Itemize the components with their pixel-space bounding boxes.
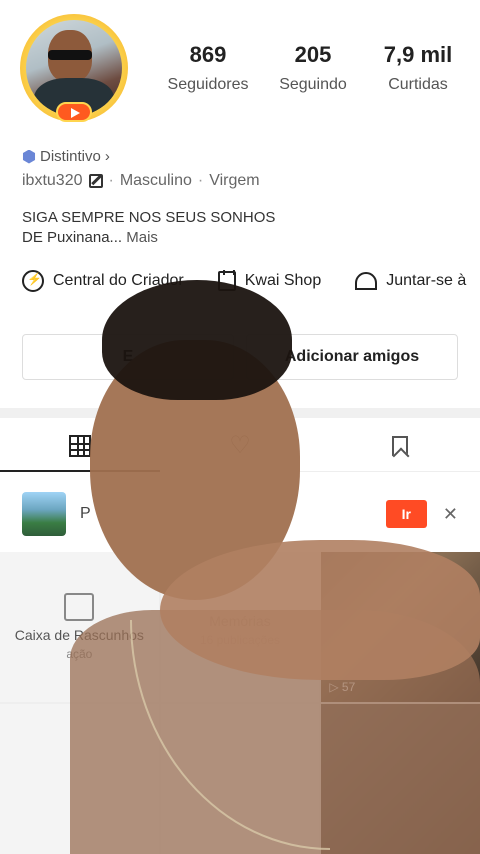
content-tabs: ♡: [0, 420, 480, 472]
live-play-icon[interactable]: [56, 102, 92, 122]
drafts-icon: [64, 593, 95, 621]
chevron-right-icon: ›: [104, 148, 110, 165]
badge-label: Distintivo: [40, 148, 101, 165]
memories-cell[interactable]: Memórias 16 publicações: [160, 552, 320, 702]
memories-subtitle: 16 publicações: [199, 633, 281, 647]
badge-link[interactable]: Distintivo ›: [22, 148, 110, 165]
likes-count: 7,9 mil: [383, 42, 453, 67]
promo-text: P: [80, 505, 91, 522]
following-label: Seguindo: [279, 76, 347, 93]
followers-label: Seguidores: [167, 76, 249, 93]
list-item[interactable]: [321, 704, 480, 854]
close-icon[interactable]: ✕: [443, 504, 458, 525]
tab-saved[interactable]: [320, 420, 480, 471]
video-views: ▷ 57: [329, 680, 356, 694]
zodiac-sign: Virgem: [209, 172, 260, 189]
drafts-title: Caixa de Rascunhos: [14, 627, 144, 643]
avatar[interactable]: [20, 14, 128, 122]
kwai-shop-label: Kwai Shop: [244, 272, 322, 289]
edit-icon[interactable]: [88, 174, 103, 188]
profile-info: ibxtu320 · Masculino · Virgem: [22, 172, 260, 190]
bio-line-2: DE Puxinana... Mais: [22, 228, 322, 248]
stat-following[interactable]: 205 Seguindo: [263, 42, 363, 94]
stat-likes[interactable]: 7,9 mil Curtidas: [368, 42, 468, 94]
drafts-cell[interactable]: Caixa de Rascunhos ação: [0, 552, 159, 702]
heart-icon: ♡: [229, 432, 251, 459]
video-cell[interactable]: ▷ 57: [321, 552, 480, 702]
edit-profile-button[interactable]: E: [22, 334, 234, 380]
bio: SIGA SEMPRE NOS SEUS SONHOS DE Puxinana.…: [22, 208, 322, 248]
creator-actions: Central do Criador Kwai Shop Juntar-se à: [22, 270, 480, 292]
shopping-bag-icon: [217, 270, 236, 291]
bio-line-1: SIGA SEMPRE NOS SEUS SONHOS: [22, 209, 276, 226]
posts-grid: Caixa de Rascunhos ação Memórias 16 publ…: [0, 552, 480, 854]
promo-go-button[interactable]: Ir: [385, 500, 427, 528]
separator-dot: ·: [108, 172, 114, 189]
bookmark-icon: [392, 435, 408, 456]
tab-posts[interactable]: [0, 420, 160, 472]
likes-label: Curtidas: [388, 76, 448, 93]
kwai-shop-button[interactable]: Kwai Shop: [217, 270, 322, 292]
list-item[interactable]: [160, 704, 320, 854]
separator-dot: ·: [197, 172, 204, 189]
grid-icon: [69, 434, 91, 457]
memories-title: Memórias: [209, 613, 271, 629]
bio-more-link[interactable]: Mais: [126, 229, 158, 246]
profile-header: 869 Seguidores 205 Seguindo 7,9 mil Curt…: [20, 14, 460, 124]
profile-buttons: E Adicionar amigos: [22, 334, 458, 380]
bolt-icon: [22, 270, 44, 292]
creator-center-button[interactable]: Central do Criador: [22, 270, 184, 292]
badge-hex-icon: [22, 149, 36, 164]
username: ibxtu320: [22, 172, 83, 189]
gender: Masculino: [119, 172, 192, 189]
bio-text: DE Puxinana...: [22, 229, 123, 246]
creator-center-label: Central do Criador: [53, 272, 184, 289]
add-friends-button[interactable]: Adicionar amigos: [246, 334, 458, 380]
profile-stats: 869 Seguidores 205 Seguindo 7,9 mil Curt…: [158, 42, 468, 94]
promo-thumbnail: [22, 492, 66, 536]
drafts-subtitle: ação: [66, 647, 93, 661]
stat-followers[interactable]: 869 Seguidores: [158, 42, 258, 94]
tent-icon: [355, 272, 378, 290]
list-item[interactable]: [0, 704, 159, 854]
promo-banner[interactable]: P Ir ✕: [0, 486, 480, 542]
join-label: Juntar-se à: [386, 272, 467, 289]
edit-profile-label: E: [122, 348, 134, 365]
add-friends-label: Adicionar amigos: [284, 348, 420, 365]
following-count: 205: [294, 42, 332, 67]
join-button[interactable]: Juntar-se à: [355, 270, 466, 292]
tab-likes[interactable]: ♡: [160, 420, 320, 471]
section-divider: [0, 408, 480, 418]
followers-count: 869: [189, 42, 227, 67]
